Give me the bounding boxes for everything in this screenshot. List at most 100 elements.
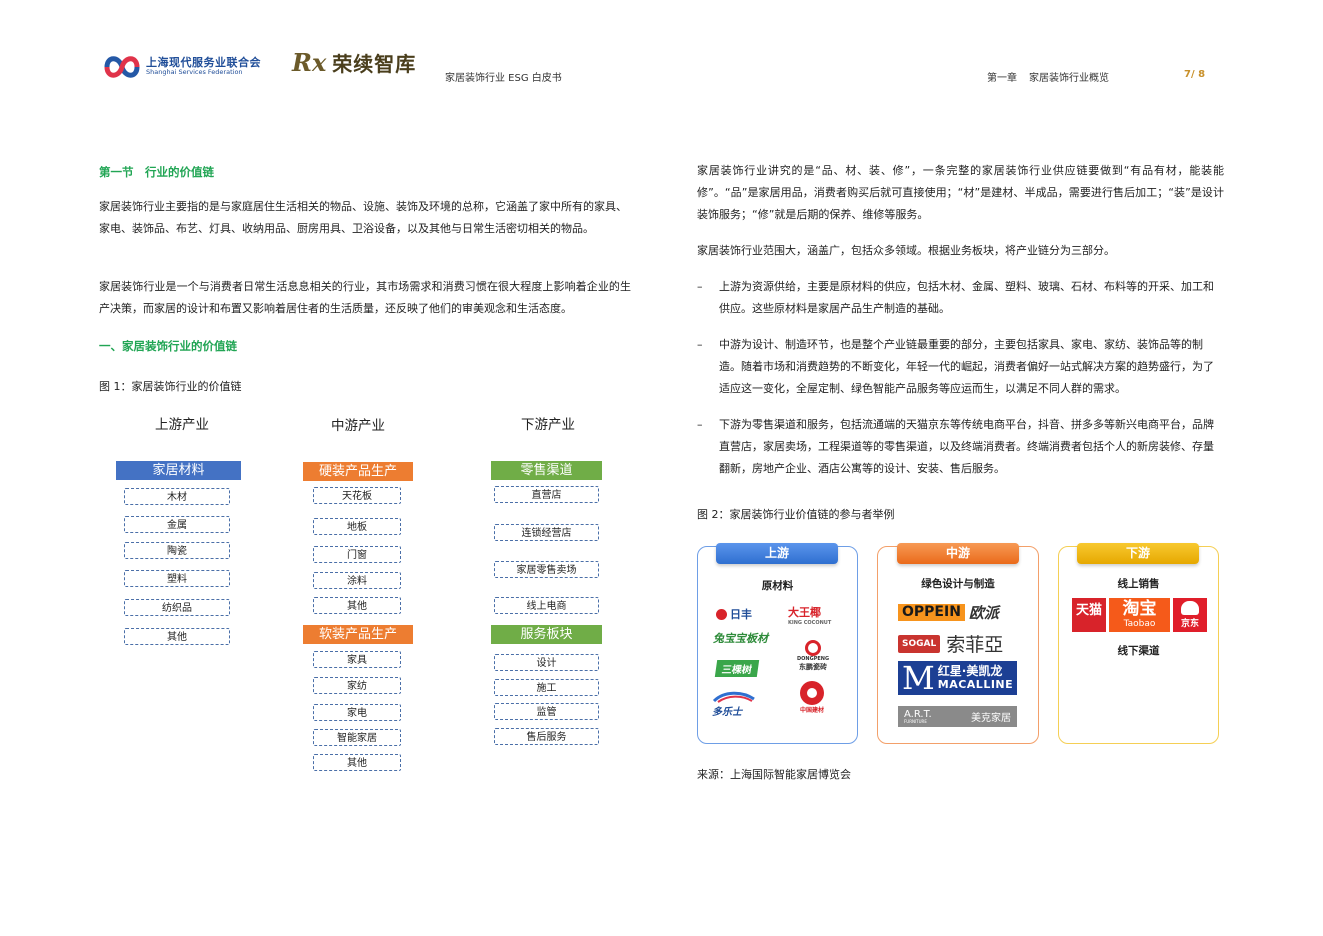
bullet-dash: –	[697, 280, 703, 293]
column-header-upstream: 上游产业	[155, 417, 209, 433]
page-number: 7/ 8	[1184, 69, 1206, 80]
chapter-header: 第一章 家居装饰行业概览	[987, 69, 1109, 84]
left-paragraph-1: 家居装饰行业主要指的是与家庭居住生活相关的物品、设施、装饰及环境的总称，它涵盖了…	[99, 200, 627, 235]
downstream-item: 施工	[494, 679, 599, 696]
midstream-item: 家电	[313, 704, 401, 721]
tab-downstream: 下游	[1077, 543, 1199, 564]
cnbm-icon	[800, 681, 824, 705]
upstream-item: 金属	[124, 516, 230, 533]
macalline-m-icon: M	[902, 659, 935, 697]
brand-dulux: 多乐士	[712, 691, 756, 718]
tab-midstream: 中游	[897, 543, 1019, 564]
category-retail-channel: 零售渠道	[491, 461, 602, 480]
bullet-upstream: – 上游为资源供给，主要是原材料的供应，包括木材、金属、塑料、玻璃、石材、布料等…	[697, 276, 1224, 320]
bullet-midstream: – 中游为设计、制造环节，也是整个产业链最重要的部分，主要包括家具、家电、家纺、…	[697, 334, 1224, 400]
brand-cnbm-text: 中国建材	[800, 707, 825, 714]
brand-sankeshu: 三棵树	[714, 660, 760, 677]
column-header-midstream: 中游产业	[331, 418, 385, 434]
brand-macalline-en: MACALLINE	[937, 677, 1014, 691]
upstream-item: 塑料	[124, 570, 230, 587]
brand-jd-text: 京东	[1180, 619, 1199, 629]
figure-2-source: 来源：上海国际智能家居博览会	[697, 768, 851, 781]
brand-dawangye-en: KING COCONUT	[788, 620, 832, 626]
jd-dog-icon	[1181, 601, 1199, 615]
column-header-downstream: 下游产业	[521, 417, 575, 433]
chapter-label: 第一章	[987, 73, 1017, 84]
tab-upstream: 上游	[716, 543, 838, 564]
midstream-item: 智能家居	[313, 729, 401, 746]
brand-dongpeng: DONGPENG 东鹏瓷砖	[797, 640, 829, 672]
bullet-text: 下游为零售渠道和服务，包括流通端的天猫京东等传统电商平台，抖音、拼多多等新兴电商…	[719, 418, 1214, 475]
rx-logo: Rx 荣续智库	[292, 48, 416, 77]
midstream-item: 地板	[313, 518, 401, 535]
midstream-item: 家具	[313, 651, 401, 668]
brand-rifeng-text: 日丰	[730, 608, 752, 621]
rx-logo-mark: Rx	[292, 48, 327, 77]
upstream-item: 木材	[124, 488, 230, 505]
downstream-item: 设计	[494, 654, 599, 671]
right-paragraph-2: 家居装饰行业范围大，涵盖广，包括众多领域。根据业务板块，将产业链分为三部分。	[697, 244, 1115, 257]
upstream-item: 陶瓷	[124, 542, 230, 559]
brand-sogal: SOGAL 索菲亞	[898, 630, 1003, 657]
midstream-item: 涂料	[313, 572, 401, 589]
sf-logo: 上海现代服务业联合会 Shanghai Services Federation	[103, 50, 273, 84]
section-title: 第一节 行业的价值链	[99, 165, 214, 179]
midstream-item: 门窗	[313, 546, 401, 563]
brand-tubaobao: 兔宝宝板材	[713, 632, 768, 645]
dulux-swirl-icon	[712, 691, 755, 703]
downstream-item: 家居零售卖场	[494, 561, 599, 578]
brand-taobao: 淘宝 Taobao	[1109, 598, 1170, 632]
midstream-item: 其他	[313, 754, 401, 771]
card-midstream-subtitle: 绿色设计与制造	[921, 578, 995, 590]
figure-2-caption: 图 2：家居装饰行业价值链的参与者举例	[697, 508, 895, 521]
brand-sogal-text: SOGAL	[898, 634, 941, 653]
brand-tmall-text: 天猫	[1075, 603, 1102, 618]
category-soft-decoration: 软装产品生产	[303, 625, 413, 644]
brand-taobao-cn: 淘宝	[1122, 599, 1157, 619]
downstream-item: 监管	[494, 703, 599, 720]
figure-1-caption: 图 1：家居装饰行业的价值链	[99, 380, 242, 393]
category-service: 服务板块	[491, 625, 602, 644]
downstream-item: 连锁经营店	[494, 524, 599, 541]
right-paragraph-1: 家居装饰行业讲究的是“品、材、装、修”，一条完整的家居装饰行业供应链要做到“有品…	[697, 164, 1224, 221]
category-hard-decoration: 硬装产品生产	[303, 462, 413, 481]
brand-tmall: 天猫	[1072, 598, 1106, 632]
midstream-item: 家纺	[313, 677, 401, 694]
brand-oppein: OPPEIN 欧派	[898, 602, 999, 623]
downstream-item: 售后服务	[494, 728, 599, 745]
bullet-downstream: – 下游为零售渠道和服务，包括流通端的天猫京东等传统电商平台，抖音、拼多多等新兴…	[697, 414, 1224, 480]
brand-macalline-cn: 红星·美凯龙	[937, 664, 1003, 679]
brand-taobao-en: Taobao	[1123, 619, 1156, 629]
upstream-item: 其他	[124, 628, 230, 645]
bullet-text: 中游为设计、制造环节，也是整个产业链最重要的部分，主要包括家具、家电、家纺、装饰…	[719, 338, 1214, 395]
brand-dongpeng-text: 东鹏瓷砖	[799, 663, 828, 671]
card-downstream-online: 线上销售	[1117, 578, 1160, 590]
brand-art-text: A.R.T.	[904, 708, 932, 720]
bullet-text: 上游为资源供给，主要是原材料的供应，包括木材、金属、塑料、玻璃、石材、布料等的开…	[719, 280, 1214, 315]
card-downstream-offline: 线下渠道	[1117, 645, 1160, 657]
brand-art: A.R.T. FURNITURE 美克家居	[898, 706, 1017, 727]
brand-dawangye-text: 大王椰	[788, 606, 821, 619]
brand-jd: 京东	[1173, 598, 1207, 632]
brand-oppein-text: OPPEIN	[898, 604, 965, 621]
downstream-item: 线上电商	[494, 597, 599, 614]
sf-logo-icon	[104, 56, 140, 78]
upstream-item: 纺织品	[124, 599, 230, 616]
brand-art-sub: FURNITURE	[904, 718, 927, 724]
brand-dulux-text: 多乐士	[712, 707, 742, 718]
brand-macalline: M 红星·美凯龙 MACALLINE	[898, 661, 1017, 695]
bullet-dash: –	[697, 418, 703, 431]
chapter-title: 家居装饰行业概览	[1029, 73, 1109, 84]
dongpeng-icon	[805, 640, 822, 656]
brand-dawangye: 大王椰 KING COCONUT	[788, 604, 831, 626]
doc-title: 家居装饰行业 ESG 白皮书	[445, 73, 562, 84]
downstream-item: 直营店	[494, 486, 599, 503]
rx-logo-name: 荣续智库	[332, 52, 417, 76]
category-home-materials: 家居材料	[116, 461, 241, 480]
subsection-title: 一、家居装饰行业的价值链	[99, 339, 237, 353]
brand-rifeng: 日丰	[716, 606, 752, 622]
midstream-item: 其他	[313, 597, 401, 614]
brand-sogal-cn: 索菲亞	[946, 634, 1004, 656]
left-paragraph-2: 家居装饰行业是一个与消费者日常生活息息相关的行业，其市场需求和消费习惯在很大程度…	[99, 280, 631, 315]
midstream-item: 天花板	[313, 487, 401, 504]
